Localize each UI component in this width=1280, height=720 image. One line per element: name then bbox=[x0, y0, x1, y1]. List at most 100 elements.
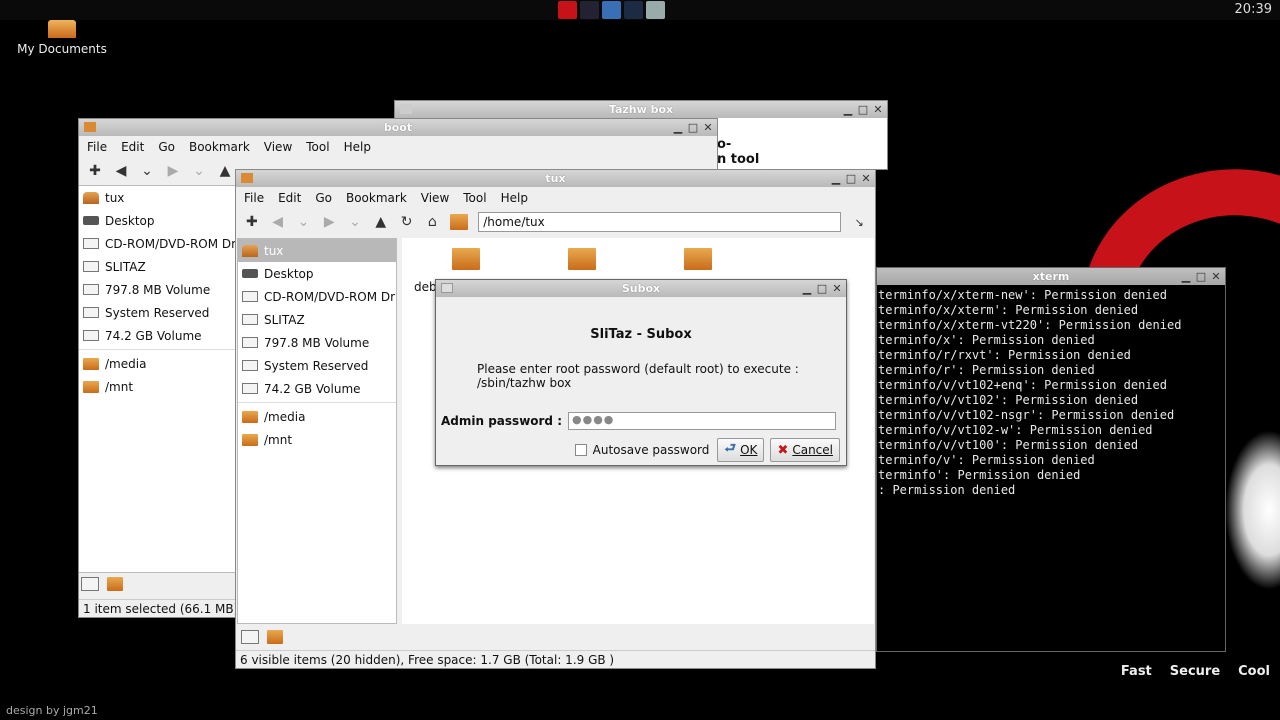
sidebar-item-tux[interactable]: tux bbox=[238, 239, 396, 262]
sidebar-item-797mb-volume[interactable]: 797.8 MB Volume bbox=[238, 331, 396, 354]
folder-icon[interactable] bbox=[568, 248, 596, 270]
menu-bookmark[interactable]: Bookmark bbox=[346, 191, 407, 205]
go-icon[interactable]: ↘ bbox=[851, 216, 867, 229]
sidebar-item-74gb-volume[interactable]: 74.2 GB Volume bbox=[238, 377, 396, 400]
close-icon[interactable]: ✕ bbox=[1210, 268, 1222, 285]
sidebar-item-system-reserved[interactable]: System Reserved bbox=[238, 354, 396, 377]
chevron-down-icon[interactable]: ⌄ bbox=[296, 214, 312, 230]
up-icon[interactable]: ▲ bbox=[373, 214, 389, 230]
sidebar-item-media[interactable]: /media bbox=[238, 405, 396, 428]
terminal-output[interactable]: terminfo/x/xterm-new': Permission denied… bbox=[877, 285, 1225, 498]
drive-icon bbox=[83, 330, 99, 341]
terminal-line: terminfo/v/vt102-w': Permission denied bbox=[878, 423, 1153, 437]
password-input[interactable]: ●●●● bbox=[568, 412, 837, 430]
forward-icon[interactable]: ▶ bbox=[165, 163, 181, 179]
path-input[interactable]: /home/tux bbox=[478, 212, 842, 232]
chevron-down-icon[interactable]: ⌄ bbox=[191, 163, 207, 179]
autosave-checkbox[interactable]: Autosave password bbox=[574, 443, 709, 457]
sidebar-item-cdrom[interactable]: CD-ROM/DVD-ROM Dri bbox=[238, 285, 396, 308]
folder-icon bbox=[84, 122, 96, 132]
menu-tool[interactable]: Tool bbox=[306, 140, 329, 154]
desktop-icon bbox=[242, 269, 258, 278]
minimize-icon[interactable]: ▁ bbox=[672, 119, 684, 136]
reload-icon[interactable]: ↻ bbox=[399, 214, 415, 230]
folder-view-icon[interactable] bbox=[450, 214, 469, 230]
folder-icon[interactable] bbox=[684, 248, 712, 270]
menu-bookmark[interactable]: Bookmark bbox=[189, 140, 250, 154]
boot-titlebar[interactable]: boot ▁ □ ✕ bbox=[79, 119, 717, 136]
menu-tool[interactable]: Tool bbox=[463, 191, 486, 205]
sidebar-item-74gb-volume[interactable]: 74.2 GB Volume bbox=[79, 324, 235, 347]
menu-go[interactable]: Go bbox=[315, 191, 332, 205]
sidebar-item-desktop[interactable]: Desktop bbox=[238, 262, 396, 285]
maximize-icon[interactable]: □ bbox=[845, 170, 857, 187]
forward-icon[interactable]: ▶ bbox=[321, 214, 337, 230]
sidebar-item-slitaz[interactable]: SLITAZ bbox=[79, 255, 235, 278]
places-icon[interactable] bbox=[241, 630, 259, 644]
menu-edit[interactable]: Edit bbox=[278, 191, 301, 205]
up-icon[interactable]: ▲ bbox=[217, 163, 233, 179]
menu-go[interactable]: Go bbox=[158, 140, 175, 154]
close-icon[interactable]: ✕ bbox=[702, 119, 714, 136]
drive-icon bbox=[242, 360, 258, 371]
sidebar-item-mnt[interactable]: /mnt bbox=[238, 428, 396, 451]
menu-help[interactable]: Help bbox=[344, 140, 371, 154]
places-icon[interactable] bbox=[81, 577, 99, 591]
tux-titlebar[interactable]: tux ▁ □ ✕ bbox=[236, 170, 875, 187]
subox-titlebar[interactable]: Subox ▁ □ ✕ bbox=[436, 280, 846, 297]
menu-view[interactable]: View bbox=[264, 140, 292, 154]
xterm-window[interactable]: xterm ▁ □ ✕ terminfo/x/xterm-new': Permi… bbox=[876, 267, 1226, 652]
display-icon[interactable] bbox=[602, 1, 621, 19]
maximize-icon[interactable]: □ bbox=[816, 280, 828, 297]
file-label[interactable]: deb bbox=[414, 280, 437, 294]
minimize-icon[interactable]: ▁ bbox=[830, 170, 842, 187]
power-icon[interactable] bbox=[646, 1, 665, 19]
new-tab-icon[interactable]: ✚ bbox=[244, 214, 260, 230]
sidebar-item-label: System Reserved bbox=[105, 305, 210, 320]
xterm-titlebar[interactable]: xterm ▁ □ ✕ bbox=[877, 268, 1225, 285]
folder-icon[interactable] bbox=[452, 248, 480, 270]
ok-button[interactable]: ⮐ OK bbox=[717, 438, 765, 462]
cancel-button[interactable]: ✖ Cancel bbox=[770, 438, 840, 462]
sidebar-item-mnt[interactable]: /mnt bbox=[79, 375, 235, 398]
maximize-icon[interactable]: □ bbox=[857, 101, 869, 118]
menu-help[interactable]: Help bbox=[501, 191, 528, 205]
sidebar-item-desktop[interactable]: Desktop bbox=[79, 209, 235, 232]
back-icon[interactable]: ◀ bbox=[270, 214, 286, 230]
network-icon[interactable] bbox=[580, 1, 599, 19]
maximize-icon[interactable]: □ bbox=[1195, 268, 1207, 285]
menu-view[interactable]: View bbox=[421, 191, 449, 205]
close-icon[interactable]: ✕ bbox=[872, 101, 884, 118]
sidebar-item-cdrom[interactable]: CD-ROM/DVD-ROM Dri bbox=[79, 232, 235, 255]
menu-edit[interactable]: Edit bbox=[121, 140, 144, 154]
sidebar-item-media[interactable]: /media bbox=[79, 352, 235, 375]
sidebar-item-797mb-volume[interactable]: 797.8 MB Volume bbox=[79, 278, 235, 301]
sidebar-item-tux[interactable]: tux bbox=[79, 186, 235, 209]
tree-icon[interactable] bbox=[267, 630, 283, 644]
close-icon[interactable]: ✕ bbox=[860, 170, 872, 187]
home-icon[interactable] bbox=[624, 1, 643, 19]
minimize-icon[interactable]: ▁ bbox=[801, 280, 813, 297]
boot-sidebar: tux Desktop CD-ROM/DVD-ROM Dri SLITAZ 79… bbox=[79, 185, 236, 573]
minimize-icon[interactable]: ▁ bbox=[1180, 268, 1192, 285]
sidebar-item-label: SLITAZ bbox=[105, 259, 146, 274]
opera-icon[interactable] bbox=[558, 1, 577, 19]
sidebar-item-slitaz[interactable]: SLITAZ bbox=[238, 308, 396, 331]
subox-dialog[interactable]: Subox ▁ □ ✕ SliTaz - Subox Please enter … bbox=[435, 279, 847, 466]
desktop-icon-my-documents[interactable]: My Documents bbox=[14, 20, 110, 56]
tazhw-titlebar[interactable]: Tazhw box ▁ □ ✕ bbox=[395, 101, 887, 118]
close-icon[interactable]: ✕ bbox=[831, 280, 843, 297]
minimize-icon[interactable]: ▁ bbox=[842, 101, 854, 118]
dialog-message: Please enter root password (default root… bbox=[477, 362, 846, 390]
new-tab-icon[interactable]: ✚ bbox=[87, 163, 103, 179]
sidebar-item-system-reserved[interactable]: System Reserved bbox=[79, 301, 235, 324]
back-icon[interactable]: ◀ bbox=[113, 163, 129, 179]
chevron-down-icon[interactable]: ⌄ bbox=[139, 163, 155, 179]
menu-file[interactable]: File bbox=[87, 140, 107, 154]
home-icon[interactable]: ⌂ bbox=[424, 214, 440, 230]
maximize-icon[interactable]: □ bbox=[687, 119, 699, 136]
tree-icon[interactable] bbox=[107, 577, 123, 591]
chevron-down-icon[interactable]: ⌄ bbox=[347, 214, 363, 230]
menu-file[interactable]: File bbox=[244, 191, 264, 205]
checkbox-box[interactable] bbox=[574, 444, 587, 456]
